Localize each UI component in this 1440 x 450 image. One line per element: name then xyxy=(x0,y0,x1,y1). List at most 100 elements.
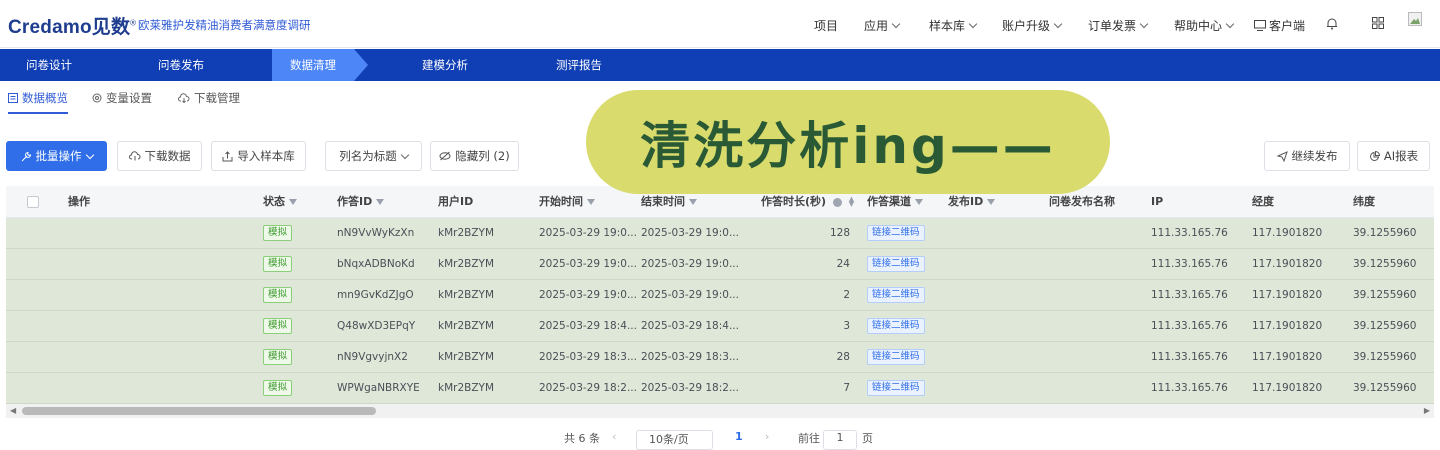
nav-client[interactable]: 客户端 xyxy=(1254,17,1305,34)
batch-operation-button[interactable]: 批量操作 xyxy=(6,141,107,171)
hidden-columns-button[interactable]: 隐藏列 (2) xyxy=(430,141,519,171)
avatar[interactable] xyxy=(1408,12,1422,29)
continue-publish-button[interactable]: 继续发布 xyxy=(1264,141,1350,171)
nav-orders-invoices[interactable]: 订单发票 xyxy=(1088,17,1149,34)
filter-icon[interactable] xyxy=(289,199,297,205)
tab-data-overview[interactable]: 数据概览 xyxy=(8,90,68,114)
nav-projects[interactable]: 项目 xyxy=(814,17,838,34)
nav-help-center[interactable]: 帮助中心 xyxy=(1174,17,1235,34)
step-data-cleaning[interactable]: 数据清理 xyxy=(272,49,368,81)
survey-title[interactable]: 欧莱雅护发精油消费者满意度调研 xyxy=(138,17,311,33)
table-row[interactable]: 模拟 WPWgaNBRXYE kMr2BZYM 2025-03-29 18:2.… xyxy=(6,373,1434,404)
duration-cell: 24 xyxy=(836,258,850,270)
filter-icon[interactable] xyxy=(915,199,923,205)
wrench-icon xyxy=(21,151,31,161)
step-questionnaire-publish[interactable]: 问卷发布 xyxy=(132,49,230,81)
ai-report-button[interactable]: AI报表 xyxy=(1357,141,1430,171)
filter-icon[interactable] xyxy=(376,199,385,205)
channel-badge: 链接二维码 xyxy=(867,287,925,303)
table-row[interactable]: 模拟 mn9GvKdZJgO kMr2BZYM 2025-03-29 19:0.… xyxy=(6,280,1434,311)
longitude-cell: 117.1901820 xyxy=(1252,351,1323,363)
end-time-cell: 2025-03-29 18:3... xyxy=(641,351,739,363)
cloud-download-icon xyxy=(128,151,140,161)
prev-page-icon[interactable]: ‹ xyxy=(612,430,616,443)
current-page[interactable]: 1 xyxy=(735,430,743,443)
table-row[interactable]: 模拟 nN9VvWyKzXn kMr2BZYM 2025-03-29 19:0.… xyxy=(6,218,1434,249)
latitude-cell: 39.1255960 xyxy=(1353,351,1417,363)
tab-variable-settings[interactable]: 变量设置 xyxy=(92,90,152,106)
channel-badge: 链接二维码 xyxy=(867,380,925,396)
answer-id-cell[interactable]: nN9VvWyKzXn xyxy=(337,218,414,249)
download-data-button[interactable]: 下载数据 xyxy=(117,141,202,171)
import-sample-library-button[interactable]: 导入样本库 xyxy=(211,141,306,171)
bell-icon[interactable] xyxy=(1326,17,1338,33)
info-icon[interactable] xyxy=(832,197,842,207)
start-time-cell: 2025-03-29 19:0... xyxy=(539,289,637,301)
status-badge: 模拟 xyxy=(263,349,293,365)
col-header-status[interactable]: 状态 xyxy=(263,186,297,218)
nav-sample-library[interactable]: 样本库 xyxy=(929,17,978,34)
user-id-cell: kMr2BZYM xyxy=(438,320,495,332)
longitude-cell: 117.1901820 xyxy=(1252,258,1323,270)
col-header-answer-id[interactable]: 作答ID xyxy=(337,186,385,218)
status-cell: 模拟 xyxy=(263,218,293,249)
col-header-actions: 操作 xyxy=(68,195,90,208)
channel-badge: 链接二维码 xyxy=(867,318,925,334)
start-time-cell: 2025-03-29 18:2... xyxy=(539,382,637,394)
sort-icon[interactable]: ▲ ▼ xyxy=(849,196,854,208)
credamo-logo[interactable]: Credamo见数® xyxy=(8,12,136,39)
list-icon xyxy=(8,93,18,103)
duration-cell: 2 xyxy=(843,289,850,301)
longitude-cell: 117.1901820 xyxy=(1252,289,1323,301)
filter-icon[interactable] xyxy=(689,199,697,205)
pagination: 共 6 条 ‹ 10条/页 1 › 前往 1 页 xyxy=(0,430,1440,450)
latitude-cell: 39.1255960 xyxy=(1353,382,1417,394)
answer-id-cell[interactable]: WPWgaNBRXYE xyxy=(337,373,420,404)
answer-id-cell[interactable]: nN9VgvyjnX2 xyxy=(337,342,408,373)
latitude-cell: 39.1255960 xyxy=(1353,258,1417,270)
longitude-cell: 117.1901820 xyxy=(1252,227,1323,239)
scroll-right-arrow-icon[interactable]: ▶ xyxy=(1424,406,1430,415)
filter-icon[interactable] xyxy=(587,199,595,205)
longitude-cell: 117.1901820 xyxy=(1252,382,1323,394)
answer-id-cell[interactable]: Q48wXD3EPqY xyxy=(337,311,415,342)
step-modeling-analysis[interactable]: 建模分析 xyxy=(396,49,494,81)
ip-cell: 111.33.165.76 xyxy=(1151,351,1228,363)
next-page-icon[interactable]: › xyxy=(765,430,769,443)
annotation-sticker: 清洗分析ing—— xyxy=(586,90,1110,194)
nav-account-upgrade[interactable]: 账户升级 xyxy=(1002,17,1063,34)
channel-badge: 链接二维码 xyxy=(867,349,925,365)
select-all-checkbox[interactable] xyxy=(27,196,39,208)
status-badge: 模拟 xyxy=(263,318,293,334)
table-row[interactable]: 模拟 nN9VgvyjnX2 kMr2BZYM 2025-03-29 18:3.… xyxy=(6,342,1434,373)
pie-chart-icon xyxy=(1369,150,1380,161)
app-grid-icon[interactable] xyxy=(1372,17,1384,32)
tab-download-management[interactable]: 下载管理 xyxy=(178,90,240,106)
scrollbar-thumb[interactable] xyxy=(22,407,376,415)
logo-cn: 见数 xyxy=(91,17,131,38)
page-size-select[interactable]: 10条/页 xyxy=(636,430,713,450)
status-badge: 模拟 xyxy=(263,225,293,241)
scroll-left-arrow-icon[interactable]: ◀ xyxy=(10,406,16,415)
ip-cell: 111.33.165.76 xyxy=(1151,227,1228,239)
top-header: Credamo见数® 欧莱雅护发精油消费者满意度调研 项目 应用 样本库 账户升… xyxy=(0,0,1440,48)
col-header-start-time[interactable]: 开始时间 xyxy=(539,186,595,218)
nav-apps[interactable]: 应用 xyxy=(864,17,901,34)
table-row[interactable]: 模拟 bNqxADBNoKd kMr2BZYM 2025-03-29 19:0.… xyxy=(6,249,1434,280)
end-time-cell: 2025-03-29 18:2... xyxy=(641,382,739,394)
status-cell: 模拟 xyxy=(263,373,293,404)
step-evaluation-report[interactable]: 测评报告 xyxy=(530,49,628,81)
logo-mark: ® xyxy=(130,18,137,28)
step-questionnaire-design[interactable]: 问卷设计 xyxy=(0,49,98,81)
column-title-select[interactable]: 列名为标题 xyxy=(325,141,422,171)
channel-cell: 链接二维码 xyxy=(867,218,925,249)
filter-icon[interactable] xyxy=(987,199,996,205)
chevron-down-icon xyxy=(1139,19,1149,29)
answer-id-cell[interactable]: mn9GvKdZJgO xyxy=(337,280,414,311)
table-row[interactable]: 模拟 Q48wXD3EPqY kMr2BZYM 2025-03-29 18:4.… xyxy=(6,311,1434,342)
horizontal-scrollbar[interactable]: ◀ ▶ xyxy=(6,404,1434,418)
goto-page-input[interactable]: 1 xyxy=(823,430,857,450)
status-cell: 模拟 xyxy=(263,249,293,280)
col-header-ip: IP xyxy=(1151,195,1164,208)
answer-id-cell[interactable]: bNqxADBNoKd xyxy=(337,249,415,280)
